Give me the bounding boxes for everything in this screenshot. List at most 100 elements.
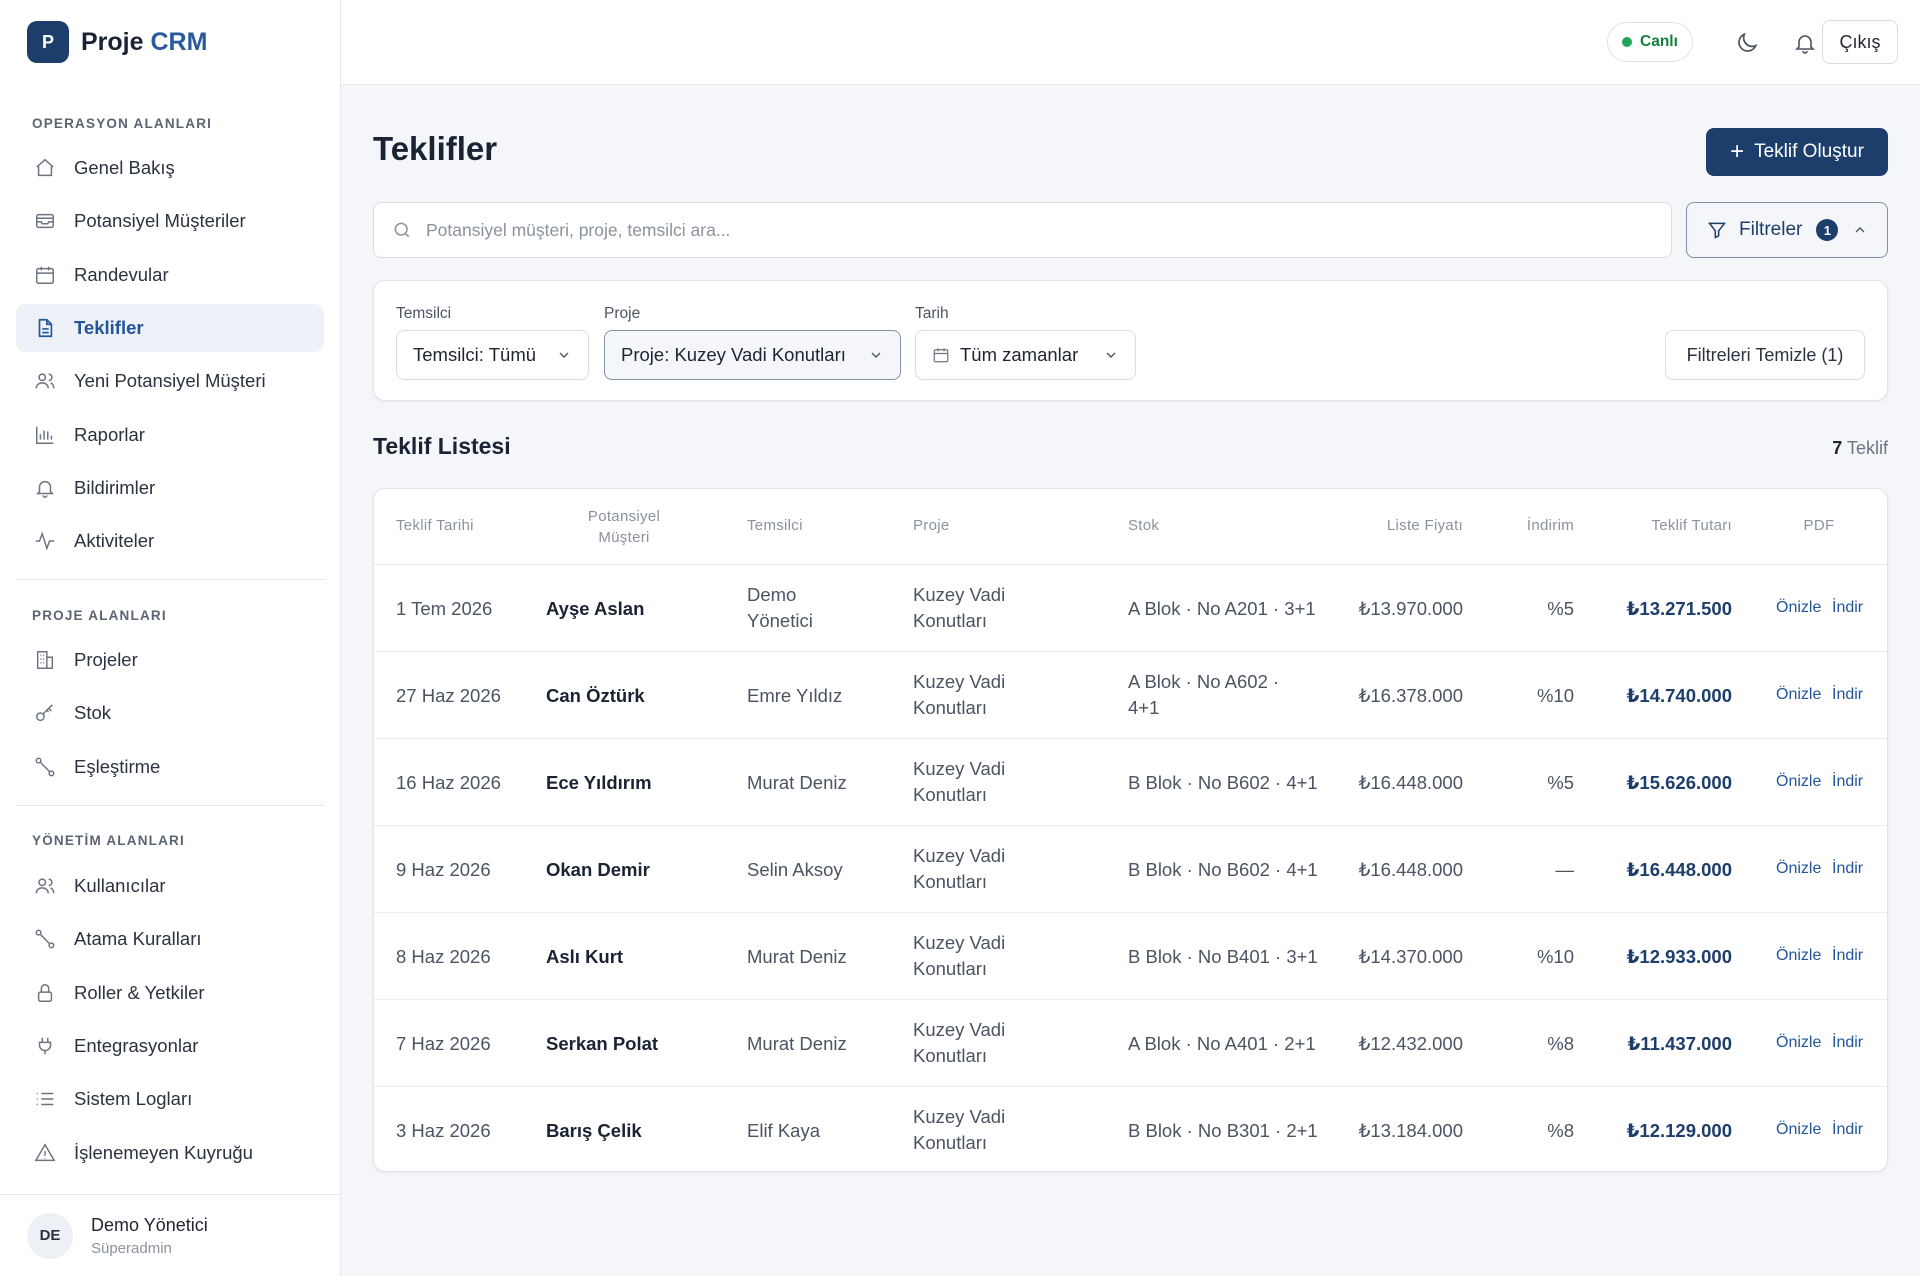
cell-discount: %8: [1547, 1120, 1574, 1141]
sidebar-item-system-logs[interactable]: Sistem Logları: [16, 1075, 324, 1123]
download-pdf-link[interactable]: İndir: [1832, 1121, 1863, 1139]
preview-pdf-link[interactable]: Önizle: [1776, 686, 1821, 704]
rep-filter-value: Temsilci: Tümü: [413, 344, 537, 365]
cell-stock: B Blok · No B602 · 4+1: [1128, 857, 1318, 883]
cell-date: 3 Haz 2026: [396, 1120, 491, 1141]
filters-toggle-button[interactable]: Filtreler 1: [1686, 202, 1888, 258]
sidebar-item-new-lead[interactable]: Yeni Potansiyel Müşteri: [16, 357, 324, 405]
column-header-customer-line1: Potansiyel: [587, 508, 661, 525]
brand[interactable]: P Proje CRM: [27, 21, 207, 63]
date-filter-select[interactable]: Tüm zamanlar: [915, 330, 1136, 380]
column-header-customer-line2: Müşteri: [598, 529, 650, 546]
sidebar-item-stock[interactable]: Stok: [16, 689, 324, 737]
cell-list-price: ₺13.970.000: [1358, 598, 1463, 619]
cell-stock-line1: B Blok · No B301 · 2+1: [1128, 1120, 1318, 1141]
sidebar-item-label: Projeler: [74, 649, 138, 670]
sidebar-item-notifications[interactable]: Bildirimler: [16, 464, 324, 512]
sidebar-item-label: Yeni Potansiyel Müşteri: [74, 370, 266, 391]
table-row[interactable]: 9 Haz 2026 Okan Demir Selin Aksoy Kuzey Vad…: [374, 826, 1887, 913]
cell-project-line1: Kuzey Vadi: [913, 671, 1006, 692]
search-box: [373, 202, 1672, 258]
cell-project: Kuzey Vadi Konutları: [913, 669, 1005, 721]
sidebar-item-label: Atama Kuralları: [74, 928, 202, 949]
sidebar-item-label: Entegrasyonlar: [74, 1035, 199, 1056]
rep-filter-label: Temsilci: [396, 305, 452, 322]
page-title: Teklifler: [373, 130, 498, 167]
cell-project-line2: Konutları: [913, 871, 988, 892]
cell-list-price: ₺16.448.000: [1358, 859, 1463, 880]
cell-project-line1: Kuzey Vadi: [913, 584, 1006, 605]
cell-rep: Murat Deniz: [747, 770, 847, 796]
sidebar-item-users[interactable]: Kullanıcılar: [16, 862, 324, 910]
preview-pdf-link[interactable]: Önizle: [1776, 773, 1821, 791]
sidebar-item-label: Roller & Yetkiler: [74, 982, 205, 1003]
create-offer-button[interactable]: + Teklif Oluştur: [1706, 128, 1888, 176]
table-row[interactable]: 3 Haz 2026 Barış Çelik Elif Kaya Kuzey Vadi…: [374, 1087, 1887, 1171]
cell-list-price: ₺16.378.000: [1358, 685, 1463, 706]
section-title-admin: YÖNETİM ALANLARI: [32, 833, 185, 848]
project-filter-select[interactable]: Proje: Kuzey Vadi Konutları: [604, 330, 901, 380]
table-row[interactable]: 16 Haz 2026 Ece Yıldırım Murat Deniz Kuzey …: [374, 739, 1887, 826]
bell-icon[interactable]: [1786, 24, 1824, 62]
download-pdf-link[interactable]: İndir: [1832, 599, 1863, 617]
column-header-date: Teklif Tarihi: [396, 517, 474, 534]
user-role: Süperadmin: [91, 1239, 172, 1257]
sidebar-item-integrations[interactable]: Entegrasyonlar: [16, 1022, 324, 1070]
preview-pdf-link[interactable]: Önizle: [1776, 947, 1821, 965]
sidebar-item-reports[interactable]: Raporlar: [16, 411, 324, 459]
cell-project-line1: Kuzey Vadi: [913, 932, 1006, 953]
cell-offer-amount: ₺13.271.500: [1626, 598, 1732, 619]
download-pdf-link[interactable]: İndir: [1832, 686, 1863, 704]
cell-stock-line1: A Blok · No A401 · 2+1: [1128, 1033, 1316, 1054]
sidebar-item-overview[interactable]: Genel Bakış: [16, 144, 324, 192]
cell-offer-amount: ₺15.626.000: [1626, 772, 1732, 793]
warning-icon: [32, 1140, 58, 1166]
moon-icon[interactable]: [1728, 24, 1766, 62]
bell-icon: [32, 475, 58, 501]
logout-button[interactable]: Çıkış: [1822, 20, 1898, 64]
rep-filter-select[interactable]: Temsilci: Tümü: [396, 330, 589, 380]
download-pdf-link[interactable]: İndir: [1832, 860, 1863, 878]
download-pdf-link[interactable]: İndir: [1832, 1034, 1863, 1052]
sidebar-item-failed-queue[interactable]: İşlenemeyen Kuyruğu: [16, 1129, 324, 1177]
sidebar-item-appointments[interactable]: Randevular: [16, 251, 324, 299]
table-row[interactable]: 27 Haz 2026 Can Öztürk Emre Yıldız Kuzey Va…: [374, 652, 1887, 739]
clear-filters-button[interactable]: Filtreleri Temizle (1): [1665, 330, 1865, 380]
search-input[interactable]: [426, 219, 1626, 241]
cell-rep: Selin Aksoy: [747, 857, 843, 883]
table-row[interactable]: 7 Haz 2026 Serkan Polat Murat Deniz Kuzey V…: [374, 1000, 1887, 1087]
sidebar-item-leads[interactable]: Potansiyel Müşteriler: [16, 197, 324, 245]
date-filter-value: Tüm zamanlar: [960, 344, 1079, 365]
sidebar-item-label: Potansiyel Müşteriler: [74, 210, 246, 231]
download-pdf-link[interactable]: İndir: [1832, 773, 1863, 791]
cell-stock: B Blok · No B301 · 2+1: [1128, 1118, 1318, 1144]
cell-customer: Barış Çelik: [546, 1120, 642, 1141]
download-pdf-link[interactable]: İndir: [1832, 947, 1863, 965]
sidebar-item-label: Randevular: [74, 264, 169, 285]
preview-pdf-link[interactable]: Önizle: [1776, 1034, 1821, 1052]
sidebar-divider: [16, 579, 324, 580]
topbar: Canlı Çıkış: [341, 0, 1920, 85]
cell-discount: %10: [1536, 685, 1574, 706]
table-row[interactable]: 1 Tem 2026 Ayşe Aslan Demo Yönetici Kuzey Va…: [374, 565, 1887, 652]
sidebar-item-activities[interactable]: Aktiviteler: [16, 517, 324, 565]
cell-rep: Demo Yönetici: [747, 582, 813, 634]
column-header-project: Proje: [913, 517, 950, 534]
user-profile[interactable]: DE Demo Yönetici Süperadmin: [0, 1194, 340, 1276]
sidebar-item-label: Aktiviteler: [74, 530, 155, 551]
sidebar-item-label: İşlenemeyen Kuyruğu: [74, 1142, 253, 1163]
sidebar-item-assignment-rules[interactable]: Atama Kuralları: [16, 915, 324, 963]
filter-panel: Temsilci Temsilci: Tümü Proje Proje: Kuz…: [373, 280, 1888, 401]
table-row[interactable]: 8 Haz 2026 Aslı Kurt Murat Deniz Kuzey Vadi…: [374, 913, 1887, 1000]
filters-count-badge: 1: [1816, 219, 1839, 241]
sidebar-item-roles[interactable]: Roller & Yetkiler: [16, 969, 324, 1017]
brand-name-main: Proje: [81, 27, 144, 56]
preview-pdf-link[interactable]: Önizle: [1776, 860, 1821, 878]
sidebar-item-offers[interactable]: Teklifler: [16, 304, 324, 352]
preview-pdf-link[interactable]: Önizle: [1776, 1121, 1821, 1139]
cell-discount: —: [1555, 859, 1575, 880]
preview-pdf-link[interactable]: Önizle: [1776, 599, 1821, 617]
sidebar-item-matching[interactable]: Eşleştirme: [16, 743, 324, 791]
date-filter-label: Tarih: [915, 305, 949, 322]
sidebar-item-projects[interactable]: Projeler: [16, 636, 324, 684]
